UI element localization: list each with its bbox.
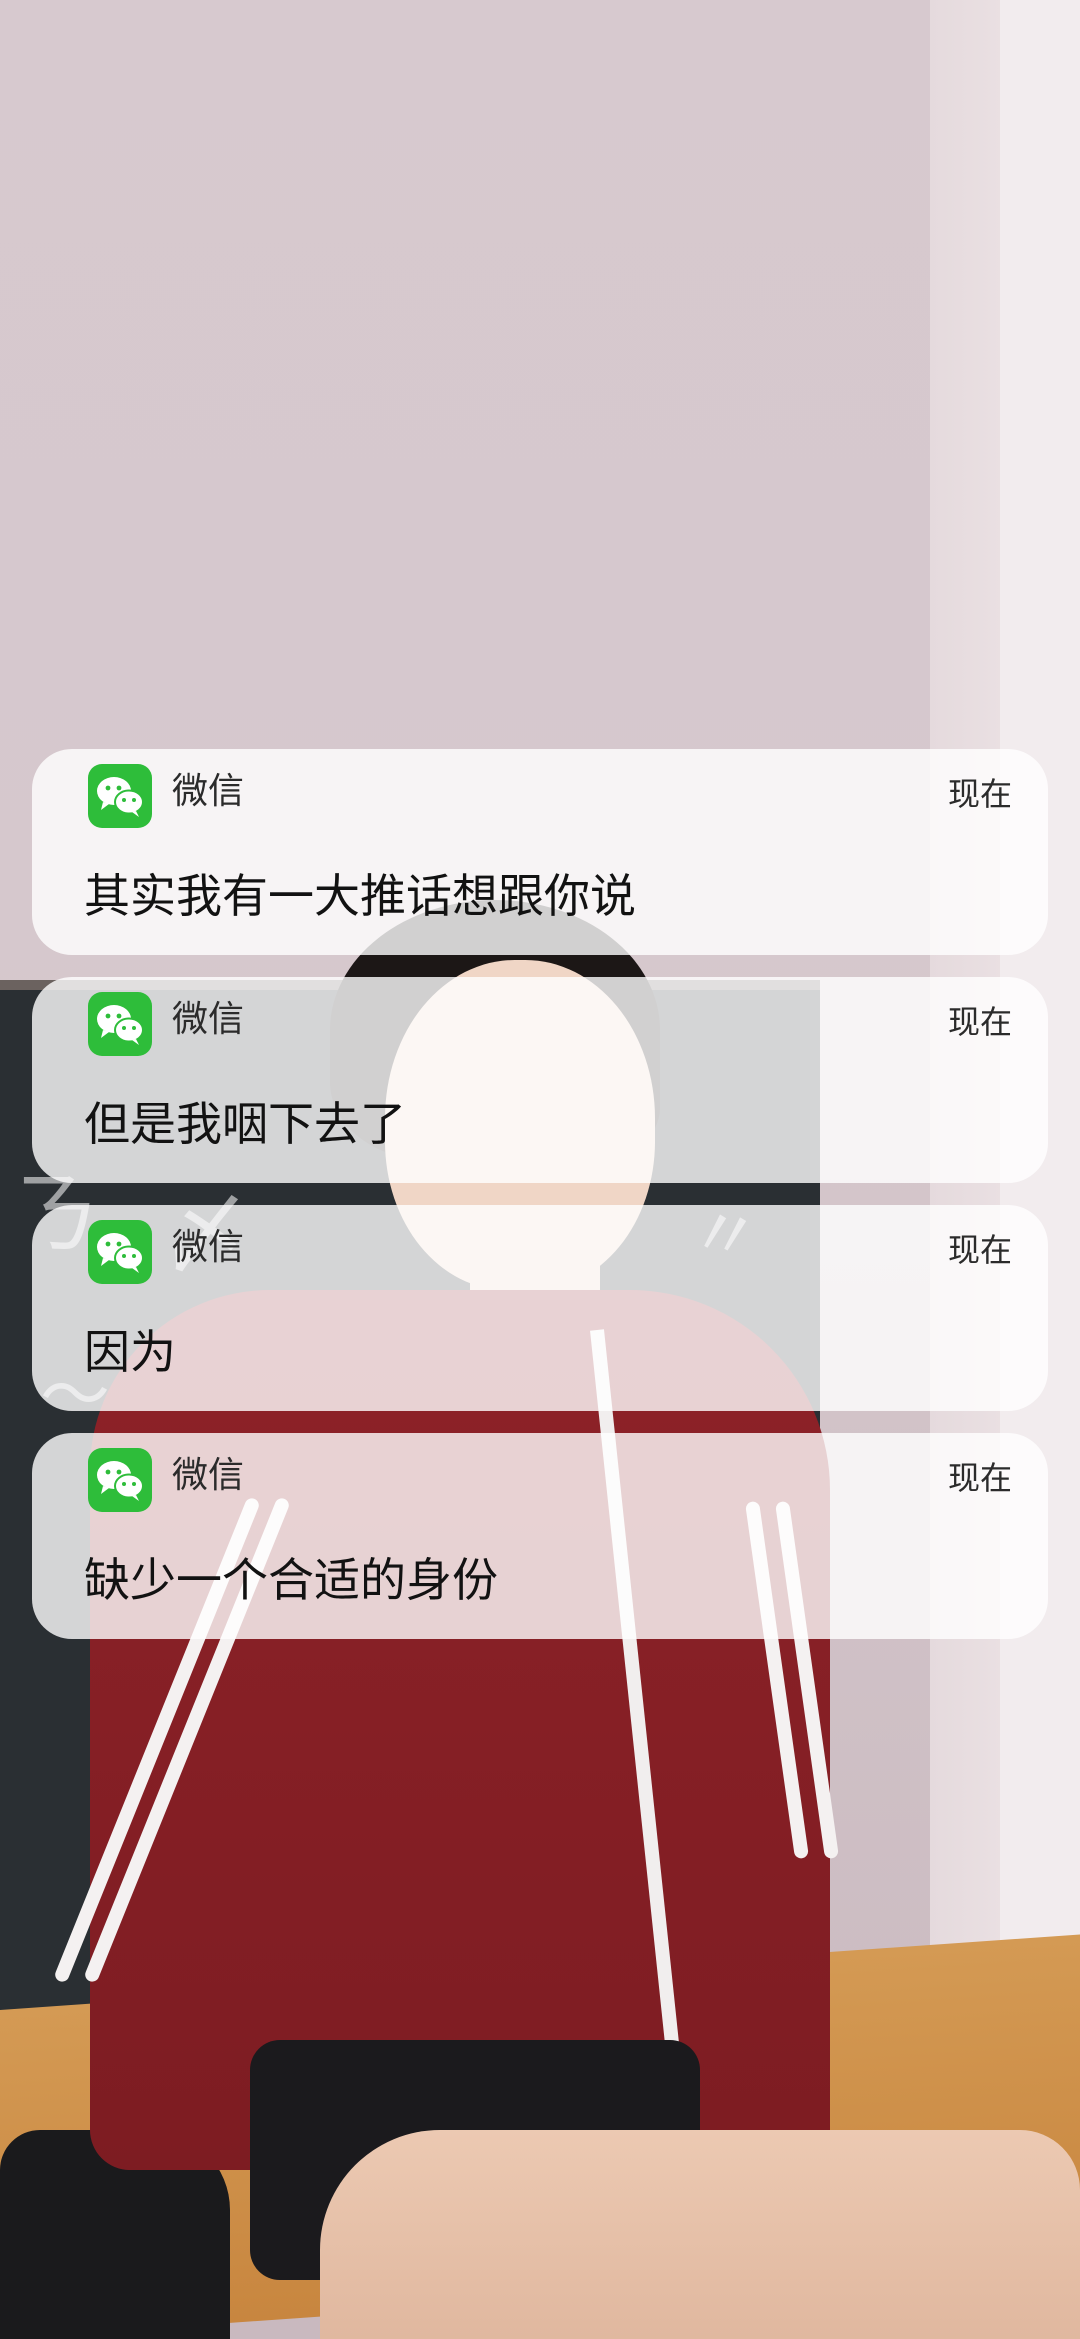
notification-time: 现在 [947, 1003, 1012, 1041]
notification-message: 因为 [84, 1325, 176, 1379]
notification-app-name: 微信 [172, 771, 245, 812]
notification-message: 但是我咽下去了 [84, 1097, 406, 1151]
notification-message: 缺少一个合适的身份 [84, 1553, 498, 1607]
notification-time: 现在 [947, 775, 1012, 813]
notification-message: 其实我有一大推话想跟你说 [84, 869, 636, 923]
notification-card[interactable]: 微信 现在 但是我咽下去了 [32, 977, 1048, 1183]
notification-card[interactable]: 微信 现在 因为 [32, 1205, 1048, 1411]
notification-app-name: 微信 [172, 999, 245, 1040]
notification-app-name: 微信 [172, 1227, 245, 1268]
notification-app-name: 微信 [172, 1455, 245, 1496]
wechat-icon [88, 1448, 152, 1512]
leg [320, 2130, 1080, 2339]
wechat-icon [88, 764, 152, 828]
wechat-icon [88, 1220, 152, 1284]
notification-stack: 微信 现在 其实我有一大推话想跟你说 微信 现在 但是我咽下去了 微信 现在 因… [32, 749, 1048, 1661]
wechat-icon [88, 992, 152, 1056]
notification-card[interactable]: 微信 现在 缺少一个合适的身份 [32, 1433, 1048, 1639]
notification-card[interactable]: 微信 现在 其实我有一大推话想跟你说 [32, 749, 1048, 955]
notification-time: 现在 [947, 1459, 1012, 1497]
notification-time: 现在 [947, 1231, 1012, 1269]
